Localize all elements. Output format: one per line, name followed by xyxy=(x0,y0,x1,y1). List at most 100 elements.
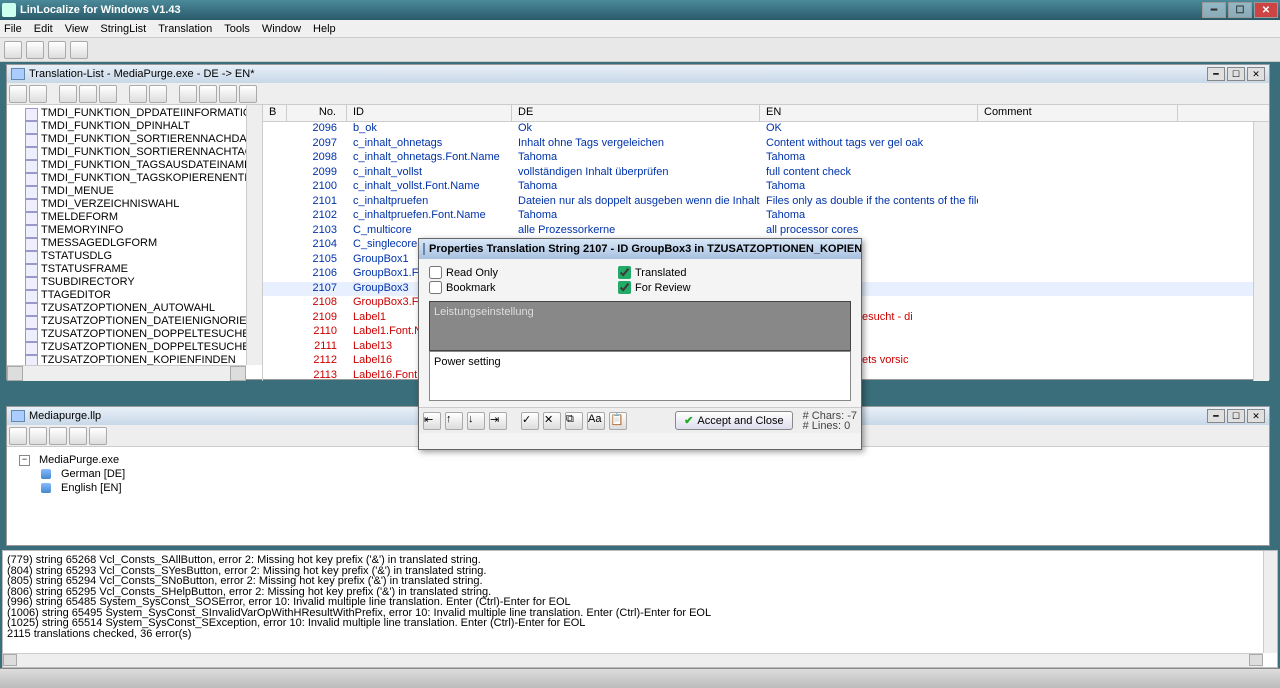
find-icon[interactable] xyxy=(59,85,77,103)
tree-item[interactable]: TMDI_MENUE xyxy=(41,185,262,198)
export-icon[interactable] xyxy=(179,85,197,103)
table-row[interactable]: 2100c_inhalt_vollst.Font.NameTahomaTahom… xyxy=(263,180,1269,195)
refresh-icon[interactable] xyxy=(219,85,237,103)
readonly-checkbox[interactable]: Read Only xyxy=(429,265,498,280)
col-no[interactable]: No. xyxy=(287,105,347,121)
tree-item[interactable]: TMDI_FUNKTION_TAGSAUSDATEINAMEN xyxy=(41,159,262,172)
table-row[interactable]: 2102c_inhaltpruefen.Font.NameTahomaTahom… xyxy=(263,209,1269,224)
book-icon[interactable] xyxy=(70,41,88,59)
menu-tools[interactable]: Tools xyxy=(224,23,250,35)
dialog-stats: # Chars: -7 # Lines: 0 xyxy=(803,411,857,431)
open-icon[interactable] xyxy=(26,41,44,59)
menu-view[interactable]: View xyxy=(65,23,89,35)
tree-item[interactable]: TMDI_FUNKTION_SORTIERENNACHTAGS xyxy=(41,146,262,159)
tree-item[interactable]: TSUBDIRECTORY xyxy=(41,276,262,289)
close-button[interactable]: ✕ xyxy=(1254,2,1278,18)
sub-maximize-button[interactable]: ☐ xyxy=(1227,67,1245,81)
tree-scrollbar-h[interactable] xyxy=(7,365,246,381)
forreview-checkbox[interactable]: For Review xyxy=(618,280,691,295)
reject-icon[interactable]: ✕ xyxy=(543,412,561,430)
sub-close-button[interactable]: ✕ xyxy=(1247,67,1265,81)
new-icon[interactable] xyxy=(4,41,22,59)
tree-scrollbar-v[interactable] xyxy=(246,105,262,365)
log-scrollbar-v[interactable] xyxy=(1263,551,1277,653)
tree-item[interactable]: TSTATUSDLG xyxy=(41,250,262,263)
sub-close-button[interactable]: ✕ xyxy=(1247,409,1265,423)
save-icon[interactable] xyxy=(48,41,66,59)
tree-item[interactable]: TSTATUSFRAME xyxy=(41,263,262,276)
tree-item[interactable]: TMELDEFORM xyxy=(41,211,262,224)
project-tree-item[interactable]: English [EN] xyxy=(13,481,1263,495)
tree-item[interactable]: TMDI_VERZEICHNISWAHL xyxy=(41,198,262,211)
delete-icon[interactable] xyxy=(49,427,67,445)
scroll-left-icon[interactable] xyxy=(3,654,17,666)
menu-stringlist[interactable]: StringList xyxy=(100,23,146,35)
tree-item[interactable]: TMDI_FUNKTION_TAGSKOPIERENENTFERNEN xyxy=(41,172,262,185)
print-icon[interactable] xyxy=(29,85,47,103)
project-tree-item[interactable]: MediaPurge.exe xyxy=(13,453,1263,467)
col-id[interactable]: ID xyxy=(347,105,512,121)
col-b[interactable]: B xyxy=(263,105,287,121)
import-icon[interactable] xyxy=(199,85,217,103)
minimize-button[interactable]: ━ xyxy=(1202,2,1226,18)
sub-minimize-button[interactable]: ━ xyxy=(1207,409,1225,423)
tree-item[interactable]: TZUSATZOPTIONEN_DOPPELTESUCHENAFP xyxy=(41,341,262,354)
edit-icon[interactable] xyxy=(9,427,27,445)
copy-icon[interactable] xyxy=(129,85,147,103)
check-icon[interactable] xyxy=(239,85,257,103)
scroll-right-icon[interactable] xyxy=(230,366,246,381)
tree-item[interactable]: TMESSAGEDLGFORM xyxy=(41,237,262,250)
col-de[interactable]: DE xyxy=(512,105,760,121)
bookmark-checkbox[interactable]: Bookmark xyxy=(429,280,498,295)
table-row[interactable]: 2098c_inhalt_ohnetags.Font.NameTahomaTah… xyxy=(263,151,1269,166)
filter-icon[interactable] xyxy=(99,85,117,103)
scroll-left-icon[interactable] xyxy=(7,366,23,381)
tree-item[interactable]: TZUSATZOPTIONEN_DOPPELTESUCHENAEHNLICH xyxy=(41,328,262,341)
accept-icon[interactable]: ✓ xyxy=(521,412,539,430)
next-icon[interactable]: ↓ xyxy=(467,412,485,430)
tree-item[interactable]: TMEMORYINFO xyxy=(41,224,262,237)
open-folder-icon[interactable] xyxy=(89,427,107,445)
tree-item[interactable]: TTAGEDITOR xyxy=(41,289,262,302)
new-icon[interactable] xyxy=(29,427,47,445)
tree-item[interactable]: TMDI_FUNKTION_DPINHALT xyxy=(41,120,262,133)
table-row[interactable]: 2101c_inhaltpruefenDateien nur als doppe… xyxy=(263,195,1269,210)
sort-icon[interactable] xyxy=(79,85,97,103)
target-text[interactable]: Power setting xyxy=(429,351,851,401)
grid-scrollbar-v[interactable] xyxy=(1253,122,1269,381)
translation-list-titlebar[interactable]: Translation-List - MediaPurge.exe - DE -… xyxy=(7,65,1269,83)
dialog-titlebar[interactable]: Properties Translation String 2107 - ID … xyxy=(419,239,861,259)
tree-item[interactable]: TMDI_FUNKTION_SORTIERENNACHDATEINAMEN xyxy=(41,133,262,146)
sub-maximize-button[interactable]: ☐ xyxy=(1227,409,1245,423)
prev-icon[interactable]: ↑ xyxy=(445,412,463,430)
menu-file[interactable]: File xyxy=(4,23,22,35)
properties-icon[interactable] xyxy=(69,427,87,445)
menu-help[interactable]: Help xyxy=(313,23,336,35)
translated-checkbox[interactable]: Translated xyxy=(618,265,691,280)
table-row[interactable]: 2096b_okOkOK xyxy=(263,122,1269,137)
table-row[interactable]: 2103C_multicorealle Prozessorkerneall pr… xyxy=(263,224,1269,239)
maximize-button[interactable]: ☐ xyxy=(1228,2,1252,18)
col-comment[interactable]: Comment xyxy=(978,105,1178,121)
col-en[interactable]: EN xyxy=(760,105,978,121)
menu-window[interactable]: Window xyxy=(262,23,301,35)
case-icon[interactable]: Aa xyxy=(587,412,605,430)
table-row[interactable]: 2099c_inhalt_vollstvollständigen Inhalt … xyxy=(263,166,1269,181)
scroll-right-icon[interactable] xyxy=(1249,654,1263,666)
project-tree-item[interactable]: German [DE] xyxy=(13,467,1263,481)
tree-item[interactable]: TZUSATZOPTIONEN_AUTOWAHL xyxy=(41,302,262,315)
save-icon[interactable] xyxy=(9,85,27,103)
link-icon[interactable]: ⧉ xyxy=(565,412,583,430)
log-scrollbar-h[interactable] xyxy=(3,653,1263,667)
table-row[interactable]: 2097c_inhalt_ohnetagsInhalt ohne Tags ve… xyxy=(263,137,1269,152)
tree-item[interactable]: TZUSATZOPTIONEN_DATEIENIGNORIEREN xyxy=(41,315,262,328)
sub-minimize-button[interactable]: ━ xyxy=(1207,67,1225,81)
last-icon[interactable]: ⇥ xyxy=(489,412,507,430)
first-icon[interactable]: ⇤ xyxy=(423,412,441,430)
menu-translation[interactable]: Translation xyxy=(158,23,212,35)
tree-item[interactable]: TMDI_FUNKTION_DPDATEIINFORMATIONEN xyxy=(41,107,262,120)
paste-icon[interactable] xyxy=(149,85,167,103)
menu-edit[interactable]: Edit xyxy=(34,23,53,35)
paste-icon[interactable]: 📋 xyxy=(609,412,627,430)
accept-close-button[interactable]: ✔ Accept and Close xyxy=(675,411,792,430)
